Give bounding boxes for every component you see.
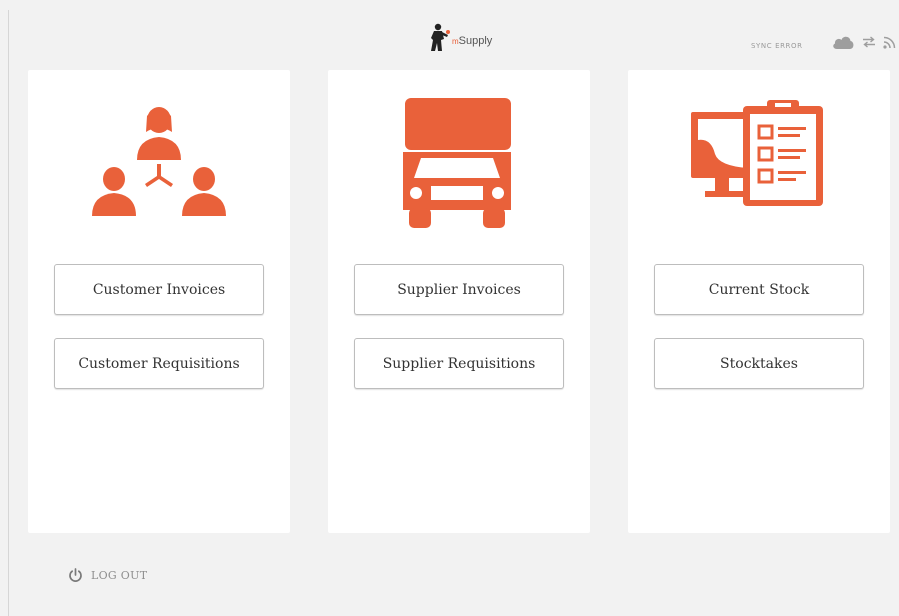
stocktakes-button[interactable]: Stocktakes	[654, 338, 864, 389]
sync-arrows-icon[interactable]	[862, 36, 876, 48]
customer-illustration	[28, 98, 290, 238]
logout-label: LOG OUT	[91, 569, 148, 582]
sync-status[interactable]: SYNC ERROR	[751, 42, 803, 50]
logo-text: mSupply	[452, 35, 492, 47]
current-stock-button[interactable]: Current Stock	[654, 264, 864, 315]
stock-illustration	[628, 98, 890, 238]
customer-invoices-button[interactable]: Customer Invoices	[54, 264, 264, 315]
supplier-requisitions-button[interactable]: Supplier Requisitions	[354, 338, 564, 389]
status-icons	[831, 34, 896, 50]
left-border	[8, 10, 9, 616]
customer-card: Customer Invoices Customer Requisitions	[28, 70, 290, 533]
rss-icon[interactable]	[883, 36, 896, 49]
logo-prefix: m	[452, 37, 459, 46]
stock-clipboard-icon	[691, 100, 823, 206]
cloud-icon[interactable]	[831, 34, 855, 50]
msupply-logo: mSupply	[429, 22, 492, 54]
customers-network-icon	[92, 107, 226, 216]
stock-card: Current Stock Stocktakes	[628, 70, 890, 533]
logout-button[interactable]: LOG OUT	[68, 568, 147, 583]
customer-requisitions-button[interactable]: Customer Requisitions	[54, 338, 264, 389]
supplier-invoices-button[interactable]: Supplier Invoices	[354, 264, 564, 315]
msupply-mascot-icon	[431, 23, 450, 51]
top-bar: mSupply SYNC ERROR	[9, 10, 899, 60]
supplier-illustration	[328, 98, 590, 238]
truck-icon	[403, 98, 511, 228]
logo-name: Supply	[458, 35, 493, 47]
power-icon	[69, 568, 82, 582]
supplier-card: Supplier Invoices Supplier Requisitions	[328, 70, 590, 533]
